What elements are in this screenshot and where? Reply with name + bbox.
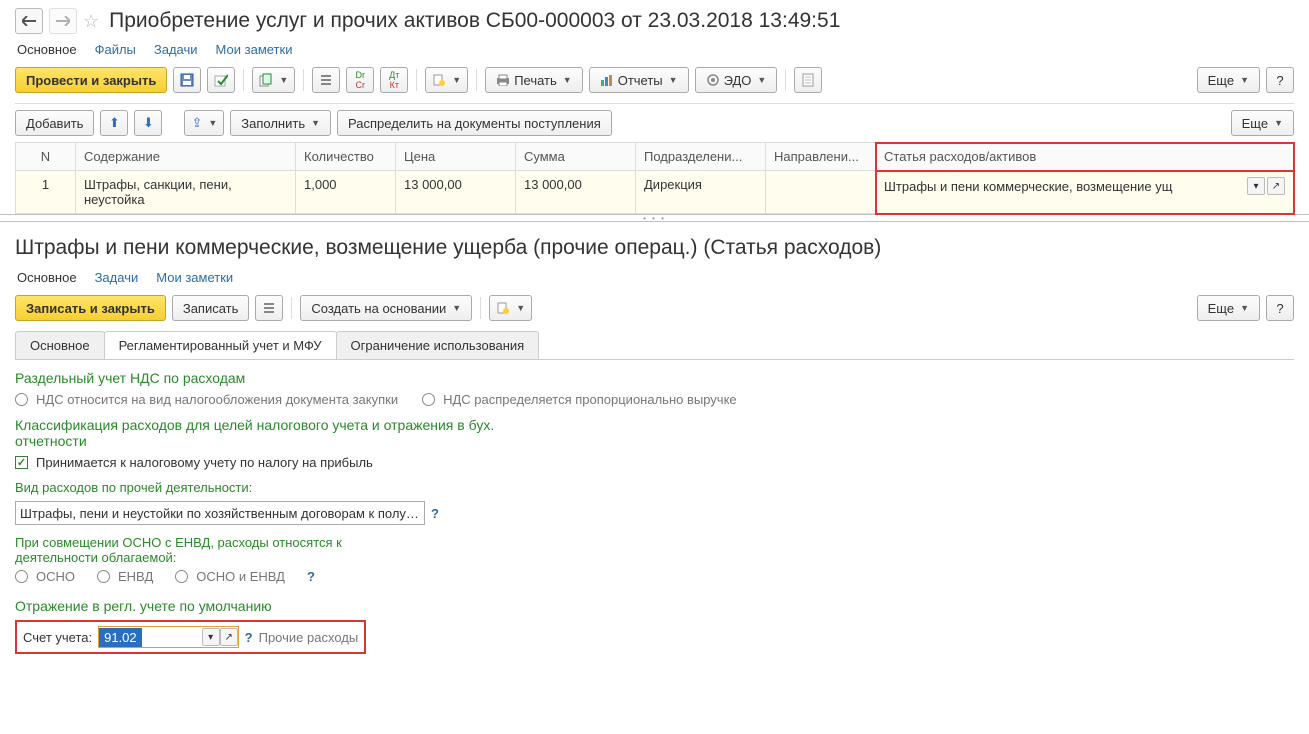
save-button-2[interactable]: Записать bbox=[172, 295, 250, 321]
section-vat: Раздельный учет НДС по расходам bbox=[15, 370, 1294, 386]
col-qty[interactable]: Количество bbox=[296, 143, 396, 171]
save-button[interactable] bbox=[173, 67, 201, 93]
list-button[interactable] bbox=[312, 67, 340, 93]
lbl-activity: Вид расходов по прочей деятельности: bbox=[15, 480, 1294, 495]
edo-button[interactable]: ЭДО▼ bbox=[695, 67, 778, 93]
account-open-button[interactable]: ↗ bbox=[220, 628, 238, 646]
checkbox-tax[interactable]: ✓ bbox=[15, 456, 28, 469]
move-up-button[interactable]: ⬆ bbox=[100, 110, 128, 136]
ftab-restrict[interactable]: Ограничение использования bbox=[336, 331, 540, 359]
post-button[interactable] bbox=[207, 67, 235, 93]
col-sum[interactable]: Сумма bbox=[516, 143, 636, 171]
list-button-2[interactable] bbox=[255, 295, 283, 321]
ftab-main[interactable]: Основное bbox=[15, 331, 105, 359]
col-content[interactable]: Содержание bbox=[76, 143, 296, 171]
tab2-main[interactable]: Основное bbox=[17, 270, 77, 285]
more-button[interactable]: Еще▼ bbox=[1197, 67, 1260, 93]
tab-main[interactable]: Основное bbox=[17, 42, 77, 57]
stamp-icon bbox=[706, 74, 720, 86]
col-article[interactable]: Статья расходов/активов bbox=[876, 143, 1294, 171]
radio-osno-envd[interactable] bbox=[175, 570, 188, 583]
account-input[interactable]: 91.02 ▾ ↗ bbox=[98, 626, 239, 648]
table-row[interactable]: 1 Штрафы, санкции, пени, неустойка 1,000… bbox=[16, 171, 1294, 214]
copy-icon bbox=[259, 73, 273, 87]
share-button[interactable]: ⇪▼ bbox=[184, 110, 224, 136]
help-activity[interactable]: ? bbox=[431, 506, 439, 521]
print-button[interactable]: Печать▼ bbox=[485, 67, 583, 93]
create-based-button[interactable]: Создать на основании▼ bbox=[300, 295, 472, 321]
help-button[interactable]: ? bbox=[1266, 67, 1294, 93]
post-and-close-button[interactable]: Провести и закрыть bbox=[15, 67, 167, 93]
tab-tasks[interactable]: Задачи bbox=[154, 42, 198, 57]
ftab-regl[interactable]: Регламентированный учет и МФУ bbox=[104, 331, 337, 359]
tab-files[interactable]: Файлы bbox=[95, 42, 136, 57]
page-title: Приобретение услуг и прочих активов СБ00… bbox=[109, 9, 840, 33]
attach-button-2[interactable]: ▼ bbox=[489, 295, 532, 321]
list-icon bbox=[262, 301, 276, 315]
share-icon: ⇪ bbox=[191, 115, 202, 131]
section-acct: Отражение в регл. учете по умолчанию bbox=[15, 598, 1294, 614]
account-highlight-box: Счет учета: 91.02 ▾ ↗ ? Прочие расходы bbox=[15, 620, 366, 654]
dtkt-button[interactable]: ДтКт bbox=[380, 67, 408, 93]
attach-icon bbox=[432, 73, 446, 87]
floppy-icon bbox=[180, 73, 194, 87]
distribute-button[interactable]: Распределить на документы поступления bbox=[337, 110, 612, 136]
add-row-button[interactable]: Добавить bbox=[15, 110, 94, 136]
doc-icon bbox=[801, 73, 815, 87]
tab2-tasks[interactable]: Задачи bbox=[95, 270, 139, 285]
help-osno[interactable]: ? bbox=[307, 569, 315, 584]
dtkt-icon: ДтКт bbox=[389, 70, 399, 90]
attach-button[interactable]: ▼ bbox=[425, 67, 468, 93]
save-and-close-button[interactable]: Записать и закрыть bbox=[15, 295, 166, 321]
table-more-button[interactable]: Еще▼ bbox=[1231, 110, 1294, 136]
activity-input[interactable]: Штрафы, пени и неустойки по хозяйственны… bbox=[15, 501, 425, 525]
col-price[interactable]: Цена bbox=[396, 143, 516, 171]
attach-icon bbox=[496, 301, 510, 315]
account-desc: Прочие расходы bbox=[259, 630, 359, 645]
printer-icon bbox=[496, 74, 510, 86]
tab-notes[interactable]: Мои заметки bbox=[216, 42, 293, 57]
open-ref-button[interactable]: ↗ bbox=[1267, 177, 1285, 195]
col-n[interactable]: N bbox=[16, 143, 76, 171]
arrow-down-icon: ⬇ bbox=[143, 115, 154, 131]
move-down-button[interactable]: ⬇ bbox=[134, 110, 162, 136]
help-account[interactable]: ? bbox=[245, 630, 253, 645]
items-table: N Содержание Количество Цена Сумма Подра… bbox=[15, 142, 1294, 214]
nav-forward-button[interactable] bbox=[49, 8, 77, 34]
copy-button[interactable]: ▼ bbox=[252, 67, 295, 93]
drcr-icon: DrCr bbox=[356, 70, 366, 90]
radio-envd[interactable] bbox=[97, 570, 110, 583]
chart-icon bbox=[600, 74, 614, 86]
nav-back-button[interactable] bbox=[15, 8, 43, 34]
more-button-2[interactable]: Еще▼ bbox=[1197, 295, 1260, 321]
page-title-2: Штрафы и пени коммерческие, возмещение у… bbox=[15, 236, 1294, 260]
lbl-osno: При совмещении ОСНО с ЕНВД, расходы отно… bbox=[15, 535, 415, 565]
post-icon bbox=[214, 73, 228, 87]
fill-button[interactable]: Заполнить▼ bbox=[230, 110, 331, 136]
tab2-notes[interactable]: Мои заметки bbox=[156, 270, 233, 285]
lbl-account: Счет учета: bbox=[23, 630, 92, 645]
col-dept[interactable]: Подразделени... bbox=[636, 143, 766, 171]
favorite-star-icon[interactable]: ☆ bbox=[83, 11, 99, 32]
section-class: Классификация расходов для целей налогов… bbox=[15, 417, 555, 449]
misc-button[interactable] bbox=[794, 67, 822, 93]
pick-dropdown-button[interactable]: ▾ bbox=[1247, 177, 1265, 195]
radio-osno[interactable] bbox=[15, 570, 28, 583]
account-dd-button[interactable]: ▾ bbox=[202, 628, 220, 646]
col-dir[interactable]: Направлени... bbox=[766, 143, 876, 171]
drcr-button[interactable]: DrCr bbox=[346, 67, 374, 93]
article-value: Штрафы и пени коммерческие, возмещение у… bbox=[884, 179, 1245, 194]
radio-vat-doc[interactable] bbox=[15, 393, 28, 406]
reports-button[interactable]: Отчеты▼ bbox=[589, 67, 689, 93]
radio-vat-prop[interactable] bbox=[422, 393, 435, 406]
arrow-up-icon: ⬆ bbox=[109, 115, 120, 131]
help-button-2[interactable]: ? bbox=[1266, 295, 1294, 321]
splitter[interactable]: • • • bbox=[0, 214, 1309, 222]
list-icon bbox=[319, 73, 333, 87]
